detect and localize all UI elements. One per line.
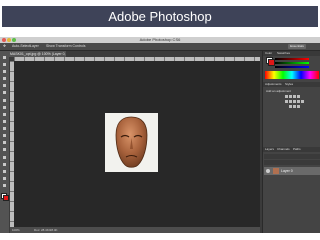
right-panels: Color Swatches Adjustments Styles Add an… <box>262 51 320 233</box>
hand-tool-icon[interactable] <box>1 183 8 189</box>
tab-swatches[interactable]: Swatches <box>277 51 290 56</box>
hue-saturation-icon[interactable] <box>289 100 292 103</box>
shape-tool-icon[interactable] <box>1 176 8 182</box>
color-balance-icon[interactable] <box>293 100 296 103</box>
layers-panel-tabs: Layers Channels Paths <box>263 147 320 152</box>
posterize-icon[interactable] <box>293 105 296 108</box>
gradient-tool-icon[interactable] <box>1 133 8 139</box>
tab-color[interactable]: Color <box>265 51 272 56</box>
mask-image <box>115 116 148 168</box>
tab-styles[interactable]: Styles <box>285 82 293 87</box>
history-brush-tool-icon[interactable] <box>1 119 8 125</box>
background-color-swatch[interactable] <box>3 195 9 201</box>
tools-panel <box>0 51 9 233</box>
tab-paths[interactable]: Paths <box>293 147 301 152</box>
color-panel-tabs: Color Swatches <box>263 51 320 56</box>
auto-select-label[interactable]: Auto-Select: <box>12 43 31 50</box>
green-slider[interactable] <box>275 62 309 64</box>
layer-filter-bar[interactable] <box>264 154 320 159</box>
marquee-tool-icon[interactable] <box>1 62 8 68</box>
crop-tool-icon[interactable] <box>1 83 8 89</box>
layer-thumbnail <box>273 168 279 174</box>
tab-channels[interactable]: Channels <box>277 147 290 152</box>
move-tool-icon[interactable] <box>1 55 8 61</box>
transform-controls-checkbox[interactable]: Show Transform Controls <box>46 43 86 50</box>
adjustments-panel-tabs: Adjustments Styles <box>263 82 320 87</box>
layer-name[interactable]: Layer 0 <box>281 167 293 175</box>
blue-slider[interactable] <box>275 66 309 68</box>
blur-tool-icon[interactable] <box>1 140 8 146</box>
layer-blend-controls[interactable] <box>264 160 320 165</box>
healing-tool-icon[interactable] <box>1 98 8 104</box>
threshold-icon[interactable] <box>297 105 300 108</box>
red-slider[interactable] <box>275 58 309 60</box>
zoom-level[interactable]: 100% <box>12 227 20 233</box>
canvas-area[interactable] <box>14 61 260 227</box>
levels-icon[interactable] <box>289 95 292 98</box>
dodge-tool-icon[interactable] <box>1 147 8 153</box>
brightness-icon[interactable] <box>285 95 288 98</box>
eraser-tool-icon[interactable] <box>1 126 8 132</box>
eye-icon[interactable] <box>266 169 270 173</box>
auto-select-dropdown[interactable]: Layer <box>30 43 39 50</box>
path-select-tool-icon[interactable] <box>1 169 8 175</box>
brush-tool-icon[interactable] <box>1 105 8 111</box>
photo-filter-icon[interactable] <box>301 100 304 103</box>
status-bar: 100% Doc: 28.4K/28.4K <box>10 227 260 233</box>
tab-layers[interactable]: Layers <box>265 147 274 152</box>
options-bar: ✥ Auto-Select: Layer Show Transform Cont… <box>0 43 320 51</box>
type-tool-icon[interactable] <box>1 162 8 168</box>
color-spectrum[interactable] <box>265 71 319 79</box>
layer-row[interactable]: Layer 0 <box>264 167 320 175</box>
lasso-tool-icon[interactable] <box>1 69 8 75</box>
adjustment-label: Add an adjustment <box>266 89 292 93</box>
vibrance-icon[interactable] <box>285 100 288 103</box>
eyedropper-tool-icon[interactable] <box>1 90 8 96</box>
photoshop-window: Adobe Photoshop CS6 ✥ Auto-Select: Layer… <box>0 37 320 233</box>
panel-background-swatch[interactable] <box>268 59 275 66</box>
document-canvas[interactable] <box>105 113 158 172</box>
pen-tool-icon[interactable] <box>1 155 8 161</box>
document-info: Doc: 28.4K/28.4K <box>34 228 58 232</box>
exposure-icon[interactable] <box>297 95 300 98</box>
black-white-icon[interactable] <box>297 100 300 103</box>
quick-select-tool-icon[interactable] <box>1 76 8 82</box>
curves-icon[interactable] <box>293 95 296 98</box>
clone-stamp-tool-icon[interactable] <box>1 112 8 118</box>
workspace-select[interactable]: Essentials <box>288 44 306 49</box>
tab-adjustments[interactable]: Adjustments <box>265 82 282 87</box>
invert-icon[interactable] <box>289 105 292 108</box>
move-tool-icon[interactable]: ✥ <box>3 43 6 50</box>
slide-title: Adobe Photoshop <box>2 6 318 27</box>
